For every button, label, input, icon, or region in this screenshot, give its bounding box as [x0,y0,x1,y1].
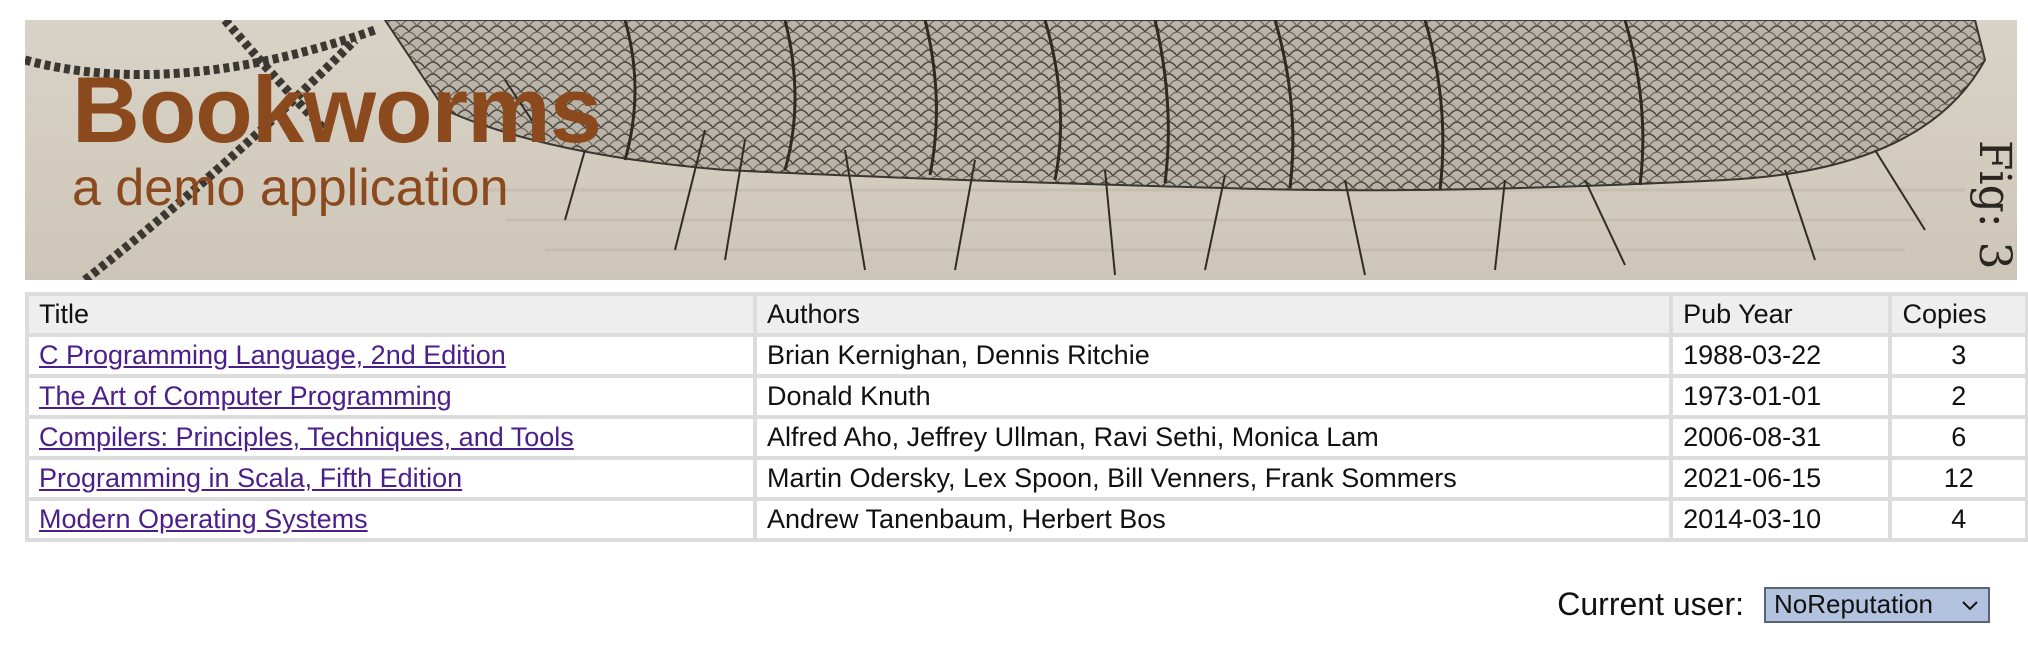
book-title-link[interactable]: Modern Operating Systems [39,504,368,534]
table-row: Programming in Scala, Fifth Edition Mart… [25,456,2028,501]
current-user-label: Current user: [1557,586,1744,622]
copies-cell: 2 [1888,374,2028,419]
copies-cell: 3 [1888,333,2028,378]
header-banner: Fig: 3 Bookworms a demo application [25,20,2017,280]
pub-year-cell: 2006-08-31 [1669,415,1893,460]
authors-cell: Andrew Tanenbaum, Herbert Bos [752,497,1674,542]
table-row: The Art of Computer Programming Donald K… [25,374,2028,419]
copies-cell: 4 [1888,497,2028,542]
copies-cell: 12 [1888,456,2028,501]
title-cell: Programming in Scala, Fifth Edition [25,456,757,501]
book-title-link[interactable]: Programming in Scala, Fifth Edition [39,463,462,493]
authors-cell: Brian Kernighan, Dennis Ritchie [752,333,1674,378]
authors-cell: Martin Odersky, Lex Spoon, Bill Venners,… [752,456,1674,501]
app-title: Bookworms [72,57,602,162]
book-title-link[interactable]: The Art of Computer Programming [39,381,452,411]
table-row: Modern Operating Systems Andrew Tanenbau… [25,497,2028,542]
table-row: Compilers: Principles, Techniques, and T… [25,415,2028,460]
title-cell: The Art of Computer Programming [25,374,757,419]
figure-label: Fig: 3 [1969,140,2017,270]
pub-year-cell: 1988-03-22 [1669,333,1893,378]
column-header-pub-year: Pub Year [1669,292,1893,337]
book-title-link[interactable]: C Programming Language, 2nd Edition [39,340,506,370]
book-title-link[interactable]: Compilers: Principles, Techniques, and T… [39,422,574,452]
pub-year-cell: 2014-03-10 [1669,497,1893,542]
authors-cell: Alfred Aho, Jeffrey Ullman, Ravi Sethi, … [752,415,1674,460]
title-cell: C Programming Language, 2nd Edition [25,333,757,378]
title-cell: Modern Operating Systems [25,497,757,542]
current-user-select[interactable]: NoReputation [1764,586,1990,623]
chevron-down-icon [1962,600,1978,610]
current-user-value: NoReputation [1774,589,1933,619]
table-row: C Programming Language, 2nd Edition Bria… [25,333,2028,378]
books-table: Title Authors Pub Year Copies C Programm… [25,292,2028,542]
authors-cell: Donald Knuth [752,374,1674,419]
pub-year-cell: 1973-01-01 [1669,374,1893,419]
title-cell: Compilers: Principles, Techniques, and T… [25,415,757,460]
column-header-authors: Authors [752,292,1674,337]
column-header-title: Title [25,292,757,337]
pub-year-cell: 2021-06-15 [1669,456,1893,501]
app-subtitle: a demo application [72,159,509,217]
table-header-row: Title Authors Pub Year Copies [25,292,2028,337]
current-user-row: Current user: NoReputation [1557,586,1990,623]
copies-cell: 6 [1888,415,2028,460]
column-header-copies: Copies [1888,292,2028,337]
page: Fig: 3 Bookworms a demo application Titl… [0,0,2028,656]
